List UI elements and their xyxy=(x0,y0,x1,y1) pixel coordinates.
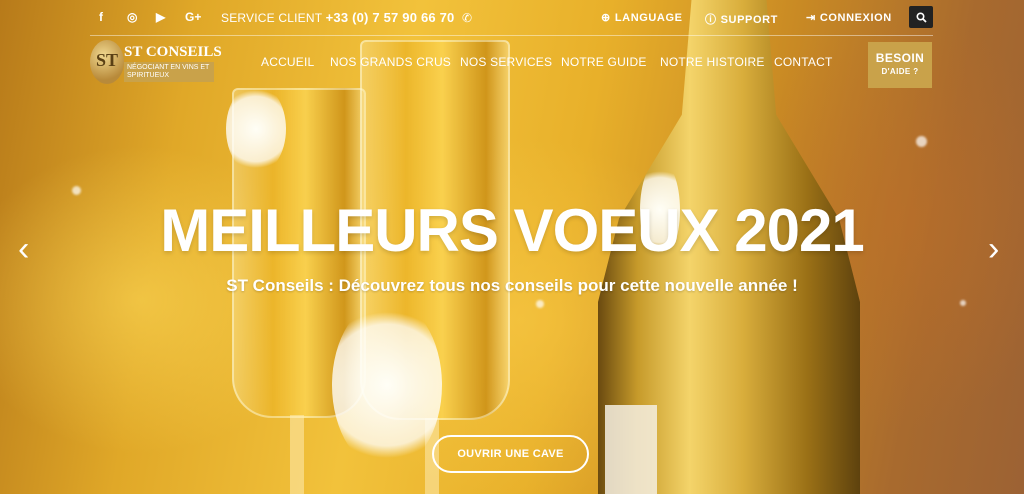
logo-mark-letters: ST xyxy=(96,50,119,70)
service-label: SERVICE CLIENT xyxy=(221,11,323,25)
snow-foam xyxy=(332,300,442,470)
globe-icon: ⊕ xyxy=(601,12,611,24)
sign-in-icon: ⇥ xyxy=(806,12,816,24)
language-label: LANGUAGE xyxy=(614,12,683,24)
bokeh-light xyxy=(536,300,544,308)
nav-item-accueil[interactable]: ACCUEIL xyxy=(261,55,314,69)
logo-name: ST CONSEILS xyxy=(124,44,222,60)
bokeh-light xyxy=(72,186,81,195)
logo-mark: ST xyxy=(90,40,124,84)
top-bar: f ◎ ▶ G+ SERVICE CLIENT +33 (0) 7 57 90 … xyxy=(0,0,1024,35)
google-plus-icon[interactable]: G+ xyxy=(185,10,201,24)
help-button[interactable]: BESOIN D'AIDE ? xyxy=(868,42,932,88)
phone-icon: ✆ xyxy=(462,11,473,25)
language-link[interactable]: ⊕ LANGUAGE xyxy=(601,11,683,24)
service-phone[interactable]: +33 (0) 7 57 90 66 70 xyxy=(326,10,455,25)
help-line2: D'AIDE ? xyxy=(881,67,919,76)
bottle-label xyxy=(605,405,657,494)
glass-stem xyxy=(290,415,304,494)
search-button[interactable] xyxy=(909,6,933,28)
help-line1: BESOIN xyxy=(875,51,925,65)
customer-service: SERVICE CLIENT +33 (0) 7 57 90 66 70 ✆ xyxy=(221,10,472,25)
info-icon: ⓘ xyxy=(705,14,717,26)
hero-subline: ST Conseils : Découvrez tous nos conseil… xyxy=(226,276,798,295)
header-divider xyxy=(90,35,933,36)
logo-tagline: NÉGOCIANT EN VINS ET SPIRITUEUX xyxy=(124,62,214,82)
search-icon xyxy=(915,11,927,23)
facebook-icon[interactable]: f xyxy=(99,10,103,24)
nav-item-notre-guide[interactable]: NOTRE GUIDE xyxy=(561,55,647,69)
nav-item-nos-services[interactable]: NOS SERVICES xyxy=(460,55,552,69)
bokeh-light xyxy=(916,136,927,147)
nav-item-contact[interactable]: CONTACT xyxy=(774,55,833,69)
support-link[interactable]: ⓘ SUPPORT xyxy=(705,11,778,27)
hero-headline: MEILLEURS VOEUX 2021 xyxy=(160,197,865,264)
instagram-icon[interactable]: ◎ xyxy=(127,10,137,24)
nav-item-notre-histoire[interactable]: NOTRE HISTOIRE xyxy=(660,55,765,69)
open-cellar-button[interactable]: OUVRIR UNE CAVE xyxy=(432,435,589,473)
snow-foam xyxy=(226,84,286,174)
nav-item-nos-grands-crus[interactable]: NOS GRANDS CRUS xyxy=(330,55,451,69)
bokeh-light xyxy=(960,300,966,306)
support-label: SUPPORT xyxy=(720,14,778,26)
login-link[interactable]: ⇥ CONNEXION xyxy=(806,11,892,24)
site-logo[interactable]: ST ST CONSEILS NÉGOCIANT EN VINS ET SPIR… xyxy=(90,40,222,84)
youtube-icon[interactable]: ▶ xyxy=(156,10,165,24)
login-label: CONNEXION xyxy=(819,12,892,24)
